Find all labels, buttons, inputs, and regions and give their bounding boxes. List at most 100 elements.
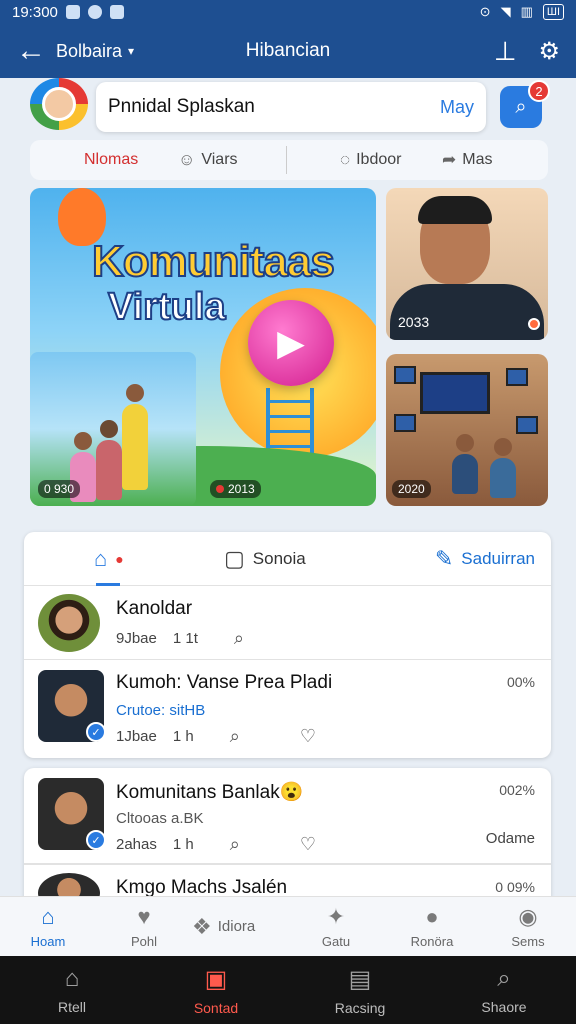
search-value: Pnnidal Splaskan xyxy=(108,96,255,117)
sysnav-racsing[interactable]: ▤ Racsing xyxy=(288,965,432,1016)
feed-card: ✓ Komunitans Banlak😮 Cltooas a.BK 2ahas … xyxy=(24,768,551,908)
filter-divider xyxy=(286,146,287,174)
home-icon: ⌂ xyxy=(41,904,55,929)
nav-pohl[interactable]: ♥ Pohl xyxy=(96,904,192,949)
play-icon: ▶ xyxy=(277,322,305,363)
sysnav-shaore[interactable]: ⌕ Shaore xyxy=(432,965,576,1015)
search-button[interactable]: ⌕ 2 xyxy=(500,80,550,128)
hero-title: Komunitaas xyxy=(91,237,336,286)
nav-label: Sems xyxy=(511,934,545,949)
person-head xyxy=(74,432,92,450)
nav-home[interactable]: ⌂ Hoam xyxy=(0,904,96,949)
back-arrow-icon[interactable]: ← xyxy=(16,36,56,66)
nav-ronora[interactable]: ● Ronöra xyxy=(384,904,480,949)
share-icon: ➦ xyxy=(442,150,457,169)
search-icon: ⌕ xyxy=(497,965,511,992)
settings-dot-icon xyxy=(528,318,540,330)
item-duration: 1 h xyxy=(172,836,194,853)
filter-label: Viars xyxy=(201,151,238,168)
item-meta: 9Jbae 1 1t ⌕ xyxy=(116,628,244,649)
person-illustration xyxy=(452,434,478,494)
signal-icon: ▥ xyxy=(520,4,533,19)
filter-viars[interactable]: ☺ Viars xyxy=(178,150,238,170)
person-head xyxy=(494,438,512,456)
verified-icon: ✓ xyxy=(86,830,106,850)
people-icon: ❖ xyxy=(192,913,212,939)
search-react-icon[interactable]: ⌕ xyxy=(230,834,240,855)
nav-idiora[interactable]: ❖ Idiora xyxy=(192,914,288,940)
avatar xyxy=(38,594,100,652)
monitor-icon: ▤ xyxy=(348,965,372,993)
nav-sems[interactable]: ◉ Sems xyxy=(480,904,576,949)
list-item[interactable]: ✓ Kumoh: Vanse Prea Pladi Crutoe: sitHB … xyxy=(24,660,551,756)
window-icon: ▣ xyxy=(204,965,228,993)
star-burst-icon: ✦ xyxy=(326,904,346,929)
filter-mas[interactable]: ➦ Mas xyxy=(442,150,492,170)
person-head xyxy=(126,384,144,402)
item-meta: 2ahas 1 h ⌕ ♡ xyxy=(116,834,316,855)
wifi-icon: ◥ xyxy=(500,4,511,19)
video-timestamp: 2020 xyxy=(392,480,431,498)
play-button[interactable]: ▶ xyxy=(248,300,334,386)
sysnav-label: Racsing xyxy=(334,999,386,1016)
status-time: 19:300 xyxy=(12,3,58,21)
search-react-icon[interactable]: ⌕ xyxy=(234,628,244,649)
upload-icon[interactable]: ⊥ xyxy=(494,36,517,67)
hero-video-tile[interactable]: Komunitaas Virtula ▶ 0 930 2013 xyxy=(30,188,376,506)
presenter-hair xyxy=(418,196,492,224)
sysnav-rtell[interactable]: ⌂ Rtell xyxy=(0,965,144,1015)
item-name: Kanoldar xyxy=(116,598,193,619)
tab-saduirran[interactable]: ✎ Saduirran xyxy=(435,546,535,572)
chat-icon: ◌ xyxy=(340,150,351,169)
search-icon: ⌕ xyxy=(515,95,527,118)
sysnav-label: Shaore xyxy=(481,999,527,1015)
tab-people[interactable]: ⌂ ● xyxy=(94,546,124,572)
tab-label: Saduirran xyxy=(461,548,535,568)
heart-icon[interactable]: ♡ xyxy=(300,834,316,855)
person-illustration xyxy=(96,420,122,500)
nav-label: Gatu xyxy=(321,934,351,949)
item-action-label[interactable]: Odame xyxy=(486,830,535,847)
profile-avatar[interactable] xyxy=(30,78,88,130)
heart-icon[interactable]: ♡ xyxy=(300,726,316,747)
filter-nlomas[interactable]: Nlomas xyxy=(84,151,138,169)
item-time: 1Jbae xyxy=(116,728,157,745)
search-suffix[interactable]: May xyxy=(440,97,474,118)
item-sub: Cltooas a.BK xyxy=(116,810,204,827)
status-bar: 19:300 ⊙ ◥ ▥ ШІ xyxy=(0,0,576,24)
presenter-video-tile[interactable]: 2033 xyxy=(386,188,548,340)
feed-tabs: ⌂ ● ▢ Sonoia ✎ Saduirran xyxy=(24,532,551,586)
nav-label: Pohl xyxy=(130,934,158,949)
search-react-icon[interactable]: ⌕ xyxy=(230,726,240,747)
filter-bar: Nlomas ☺ Viars ◌ Ibdoor ➦ Mas xyxy=(30,140,548,180)
account-switcher[interactable]: Bolbaira ▾ xyxy=(56,41,134,62)
item-percent: 00% xyxy=(506,674,535,690)
system-nav: ⌂ Rtell ▣ Sontad ▤ Racsing ⌕ Shaore xyxy=(0,956,576,1024)
list-item[interactable]: ✓ Komunitans Banlak😮 Cltooas a.BK 2ahas … xyxy=(24,768,551,864)
family-video-tile[interactable]: 0 930 xyxy=(30,352,196,506)
person-illustration xyxy=(490,438,516,498)
smile-icon: ☺ xyxy=(178,150,196,169)
filter-ibdoor[interactable]: ◌ Ibdoor xyxy=(340,150,401,170)
gear-icon[interactable]: ⚙ xyxy=(538,37,560,66)
nav-label: Hoam xyxy=(30,934,66,949)
tab-sonoia[interactable]: ▢ Sonoia xyxy=(224,546,306,572)
nav-label: Ronöra xyxy=(410,934,454,949)
tab-pin-dot-icon: ● xyxy=(115,550,124,567)
search-input[interactable]: Pnnidal Splaskan May xyxy=(96,82,486,132)
room-video-tile[interactable]: 2020 xyxy=(386,354,548,506)
camera-notification-icon xyxy=(109,5,124,19)
item-percent: 0 09% xyxy=(495,879,535,895)
live-timestamp: 2013 xyxy=(210,480,261,498)
list-item[interactable]: Kanoldar 9Jbae 1 1t ⌕ xyxy=(24,586,551,660)
tab-label: Sonoia xyxy=(252,548,306,568)
notification-badge: 2 xyxy=(528,80,550,102)
video-timestamp: 2033 xyxy=(398,314,430,330)
sysnav-sontad[interactable]: ▣ Sontad xyxy=(144,965,288,1016)
avatar-face xyxy=(42,87,76,121)
live-time: 2013 xyxy=(228,482,255,496)
house-icon: ⌂ xyxy=(64,965,80,992)
live-dot-icon xyxy=(216,485,224,493)
item-meta: 1Jbae 1 h ⌕ ♡ xyxy=(116,726,316,747)
nav-gatu[interactable]: ✦ Gatu xyxy=(288,904,384,949)
